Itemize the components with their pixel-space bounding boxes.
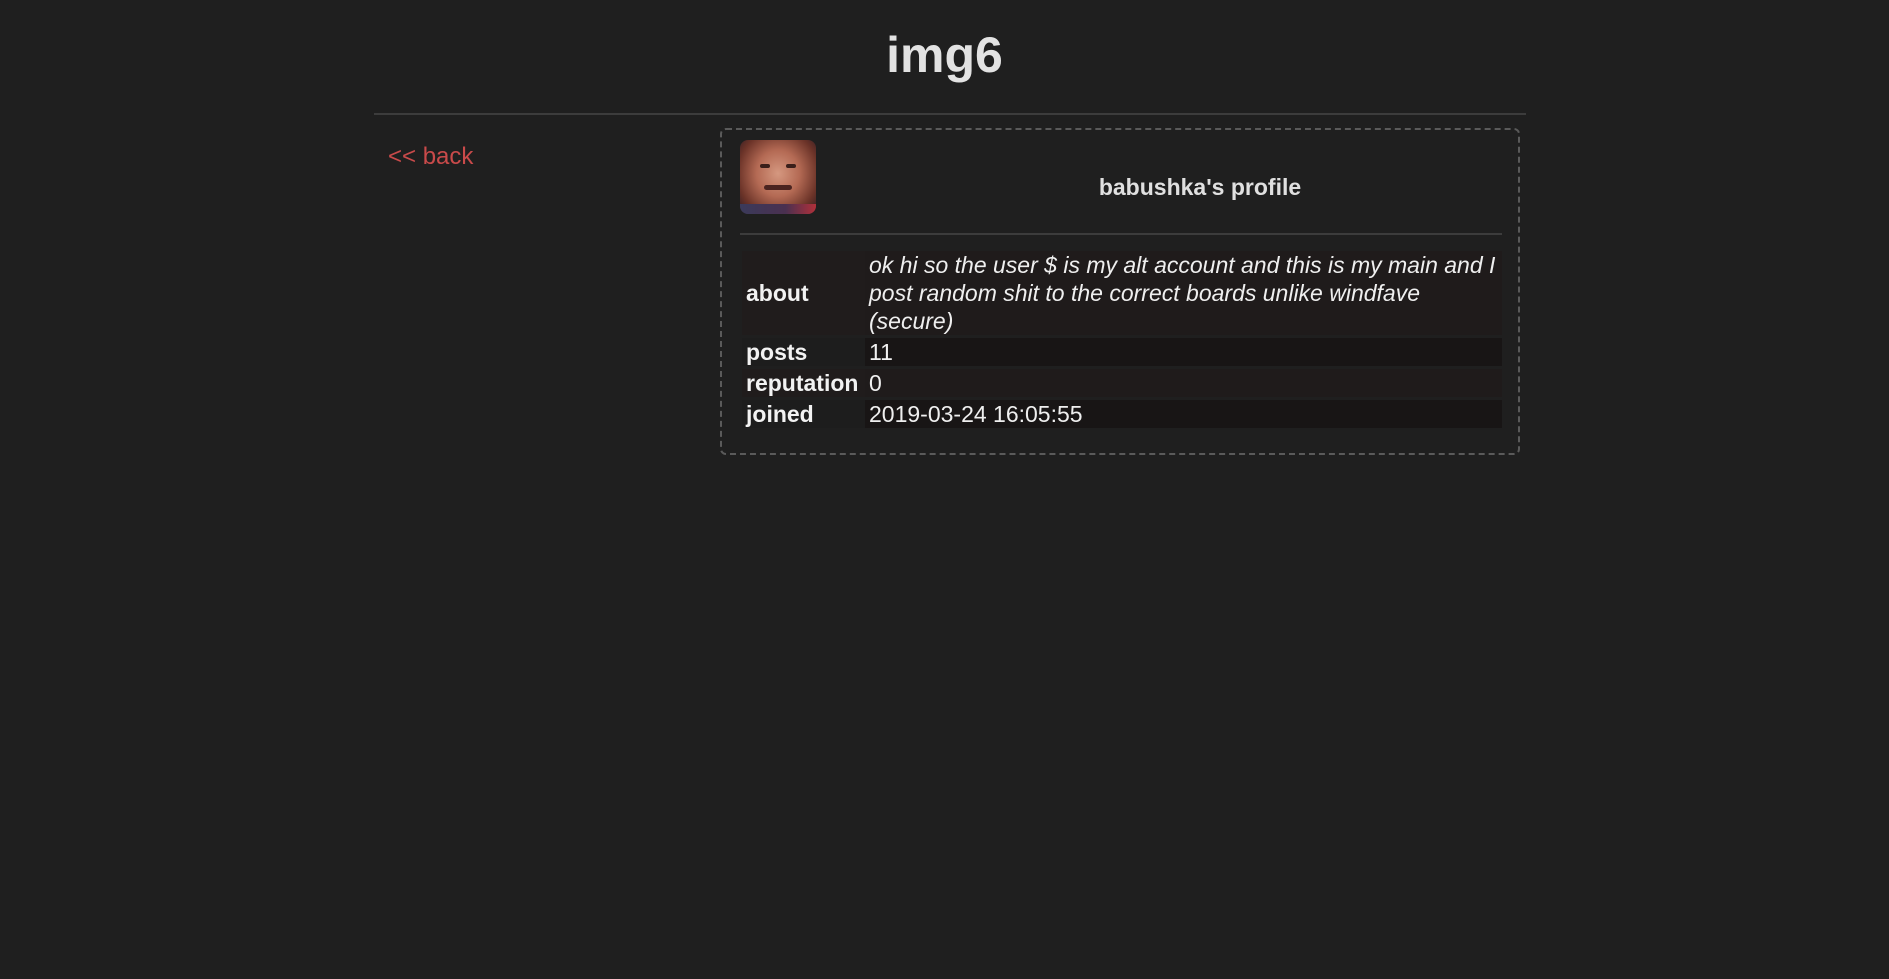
profile-divider: [740, 233, 1502, 235]
table-row-reputation: reputation 0: [742, 369, 1502, 397]
joined-label: joined: [742, 400, 865, 428]
profile-heading: babushka's profile: [1098, 174, 1302, 200]
profile-info-table: about ok hi so the user $ is my alt acco…: [742, 248, 1502, 431]
avatar: [740, 140, 816, 214]
table-row-about: about ok hi so the user $ is my alt acco…: [742, 251, 1502, 335]
back-link[interactable]: << back: [388, 143, 473, 171]
table-row-joined: joined 2019-03-24 16:05:55: [742, 400, 1502, 428]
avatar-mouth: [764, 185, 792, 190]
avatar-eye-left: [760, 164, 770, 168]
avatar-shirt: [740, 204, 816, 214]
about-value: ok hi so the user $ is my alt account an…: [865, 251, 1502, 335]
posts-value: 11: [865, 338, 1502, 366]
about-label: about: [742, 251, 865, 335]
reputation-label: reputation: [742, 369, 865, 397]
profile-header: babushka's profile: [740, 140, 1502, 220]
profile-card: babushka's profile about ok hi so the us…: [720, 128, 1520, 455]
header-divider: [374, 113, 1526, 115]
reputation-value: 0: [865, 369, 1502, 397]
table-row-posts: posts 11: [742, 338, 1502, 366]
page-title: img6: [886, 27, 1003, 83]
posts-label: posts: [742, 338, 865, 366]
avatar-eye-right: [786, 164, 796, 168]
joined-value: 2019-03-24 16:05:55: [865, 400, 1502, 428]
